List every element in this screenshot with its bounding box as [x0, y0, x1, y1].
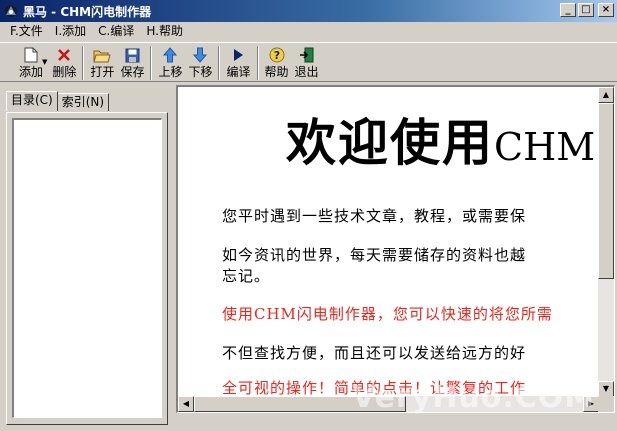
menu-help[interactable]: H.帮助 [140, 22, 189, 41]
navigation-panel: 目录(C) 索引(N) [2, 85, 172, 429]
move-up-button[interactable]: 上移 [155, 46, 185, 79]
menu-bar: F.文件 I.添加 C.编译 H.帮助 [0, 22, 617, 41]
new-page-icon [24, 46, 38, 64]
delete-button[interactable]: 删除 [49, 46, 79, 79]
tab-contents[interactable]: 目录(C) [6, 91, 58, 111]
toolbar: 添加 ▼ 删除 打开 保存 上移 下移 编译 ? 帮助 退出 [0, 42, 617, 82]
menu-file[interactable]: F.文件 [4, 22, 49, 41]
open-label: 打开 [90, 65, 115, 79]
add-label: 添加 [19, 65, 44, 79]
minimize-button[interactable]: _ [560, 3, 576, 17]
contents-tree[interactable] [12, 118, 162, 418]
vertical-scroll-thumb[interactable] [598, 103, 614, 279]
help-question-icon: ? [269, 46, 285, 64]
title-bar[interactable]: 黑马 - CHM闪电制作器 _ □ × [0, 0, 617, 22]
save-button[interactable]: 保存 [117, 46, 147, 79]
scroll-down-icon[interactable]: ▼ [598, 381, 614, 397]
title-zh: 欢迎使用 [286, 113, 494, 172]
move-down-label: 下移 [188, 65, 213, 79]
save-label: 保存 [120, 65, 145, 79]
move-up-label: 上移 [158, 65, 183, 79]
arrow-up-icon [163, 46, 178, 64]
floppy-save-icon [125, 46, 140, 64]
help-button[interactable]: ? 帮助 [262, 46, 292, 79]
tab-panel [6, 112, 168, 425]
add-dropdown-icon[interactable]: ▼ [42, 58, 47, 66]
page-title: 欢迎使用CHM [286, 103, 595, 175]
menu-compile[interactable]: C.编译 [92, 22, 140, 41]
delete-label: 删除 [52, 65, 77, 79]
title-en: CHM [494, 125, 596, 169]
exit-door-icon [299, 46, 315, 64]
move-down-button[interactable]: 下移 [185, 46, 215, 79]
svg-text:?: ? [273, 49, 279, 62]
scrollbar-corner [598, 396, 614, 412]
toolbar-separator [256, 46, 259, 80]
open-button[interactable]: 打开 [87, 46, 117, 79]
compile-label: 编译 [226, 65, 251, 79]
toolbar-separator [218, 46, 221, 80]
watermark: VeryHuo.COM [352, 380, 596, 415]
close-button[interactable]: × [598, 3, 614, 17]
preview-pane: 欢迎使用CHM 您平时遇到一些技术文章，教程，或需要保 如今资讯的世界，每天需要… [176, 85, 615, 413]
help-label: 帮助 [264, 65, 289, 79]
vertical-scrollbar[interactable]: ▲ ▼ [598, 87, 614, 397]
folder-open-icon [93, 46, 112, 64]
horse-app-icon [3, 3, 19, 19]
exit-label: 退出 [294, 65, 319, 79]
compile-button[interactable]: 编译 [223, 46, 253, 79]
scroll-left-icon[interactable]: ◀ [178, 396, 194, 412]
menu-add[interactable]: I.添加 [49, 22, 92, 41]
toolbar-separator [150, 46, 153, 80]
window-title: 黑马 - CHM闪电制作器 [23, 4, 152, 19]
play-compile-icon [232, 46, 244, 64]
delete-x-icon [57, 46, 71, 64]
paragraph: 使用CHM闪电制作器，您可以快速的将您所需 [222, 305, 553, 323]
arrow-down-icon [193, 46, 208, 64]
paragraph: 不但查找方便，而且还可以发送给远方的好 [222, 344, 527, 362]
document-view[interactable]: 欢迎使用CHM 您平时遇到一些技术文章，教程，或需要保 如今资讯的世界，每天需要… [178, 87, 599, 397]
toolbar-separator [82, 46, 85, 80]
exit-button[interactable]: 退出 [292, 46, 322, 79]
paragraph: 忘记。 [222, 267, 271, 285]
paragraph: 如今资讯的世界，每天需要储存的资料也越 [222, 246, 527, 264]
paragraph: 您平时遇到一些技术文章，教程，或需要保 [222, 207, 527, 225]
maximize-button[interactable]: □ [578, 3, 594, 17]
tab-index[interactable]: 索引(N) [56, 93, 110, 111]
scroll-up-icon[interactable]: ▲ [598, 87, 614, 103]
